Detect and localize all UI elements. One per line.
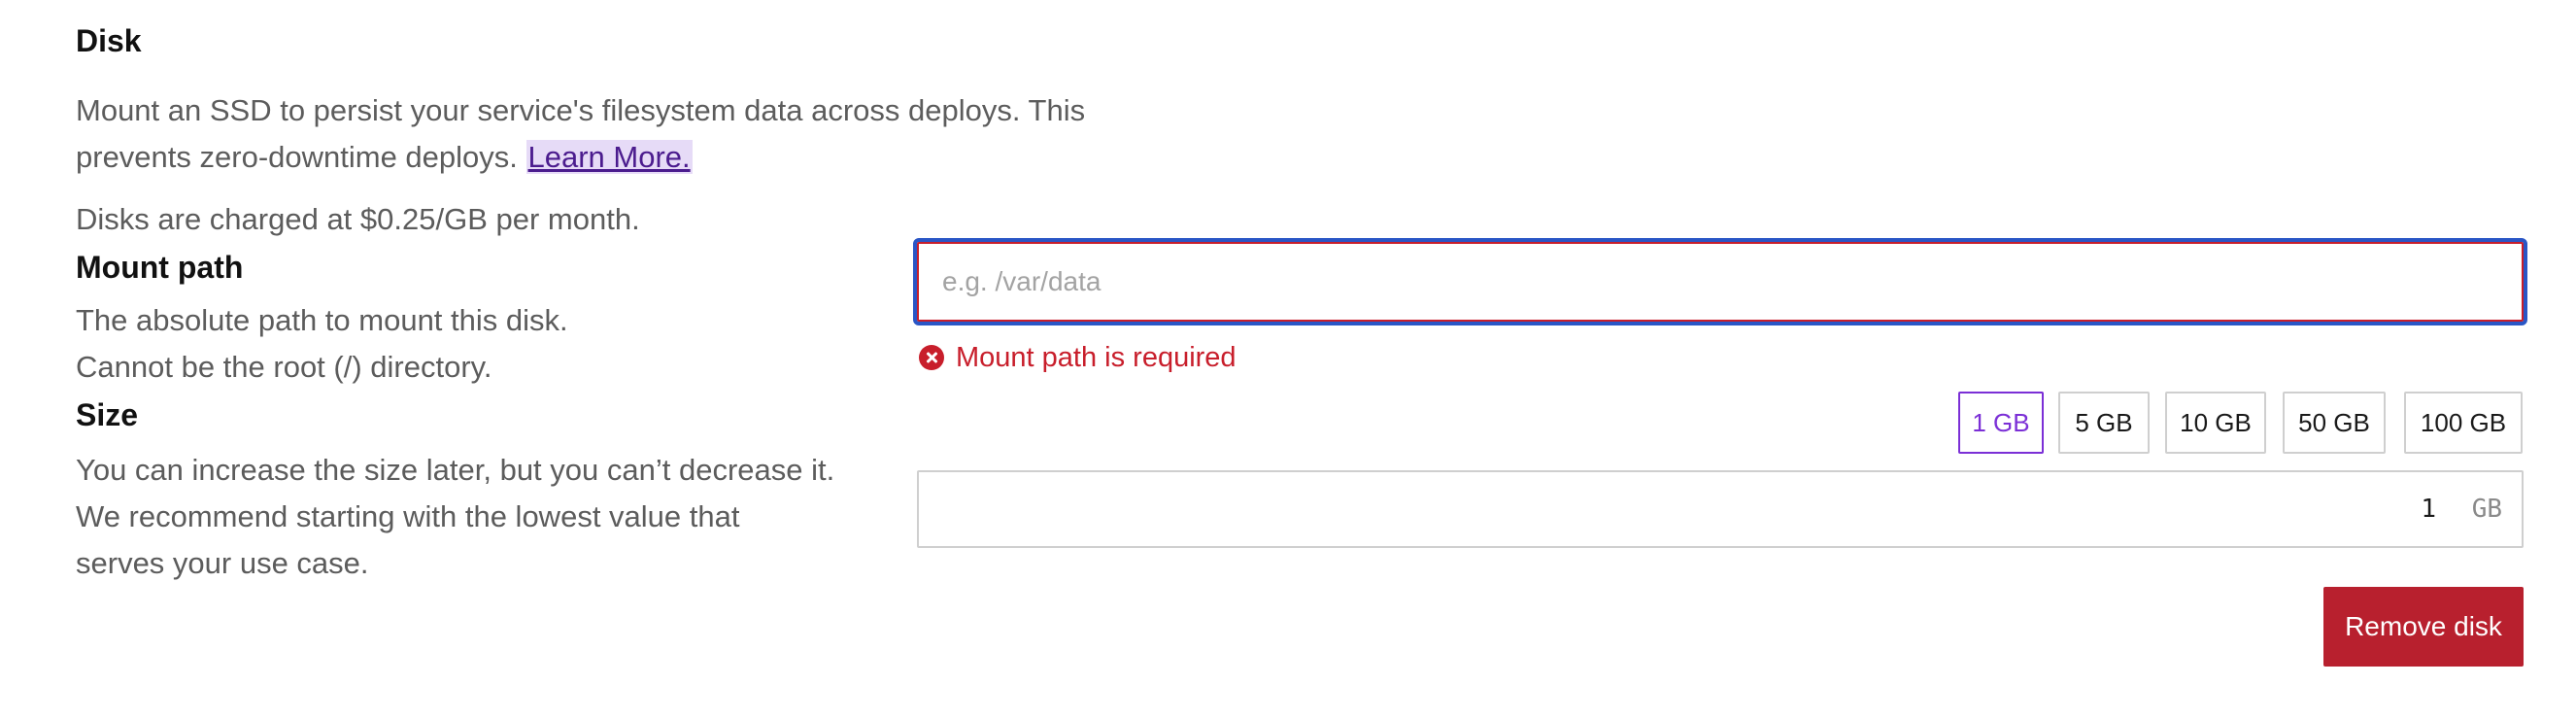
size-description: You can increase the size later, but you… [76,447,834,587]
size-option-50gb[interactable]: 50 GB [2283,392,2386,454]
disk-description-line2: prevents zero-downtime deploys. Learn Mo… [76,134,1085,181]
mount-path-title: Mount path [76,250,244,285]
disk-title: Disk [76,23,142,58]
size-title: Size [76,397,139,432]
size-option-100gb[interactable]: 100 GB [2404,392,2523,454]
size-unit: GB [2471,495,2502,524]
x-circle-icon [919,345,944,370]
size-description-line2: We recommend starting with the lowest va… [76,499,740,533]
mount-path-error: Mount path is required [919,340,1237,375]
size-input[interactable]: 1 GB [917,470,2524,548]
mount-path-description-line2: Cannot be the root (/) directory. [76,350,492,384]
disk-description-line2-text: prevents zero-downtime deploys. [76,140,518,174]
mount-path-description-line1: The absolute path to mount this disk. [76,303,568,337]
size-option-1gb[interactable]: 1 GB [1958,392,2044,454]
disk-pricing: Disks are charged at $0.25/GB per month. [76,202,640,236]
mount-path-input[interactable] [913,238,2527,325]
remove-disk-button[interactable]: Remove disk [2323,587,2524,667]
size-description-line1: You can increase the size later, but you… [76,453,835,487]
size-option-5gb[interactable]: 5 GB [2058,392,2150,454]
mount-path-error-text: Mount path is required [956,341,1237,373]
mount-path-description: The absolute path to mount this disk. Ca… [76,297,568,391]
size-description-line3: serves your use case. [76,546,369,580]
disk-description-line1: Mount an SSD to persist your service's f… [76,93,1086,127]
size-value[interactable]: 1 [2421,472,2436,546]
disk-description: Mount an SSD to persist your service's f… [76,87,1085,181]
learn-more-link[interactable]: Learn More. [525,140,693,174]
size-option-10gb[interactable]: 10 GB [2165,392,2266,454]
